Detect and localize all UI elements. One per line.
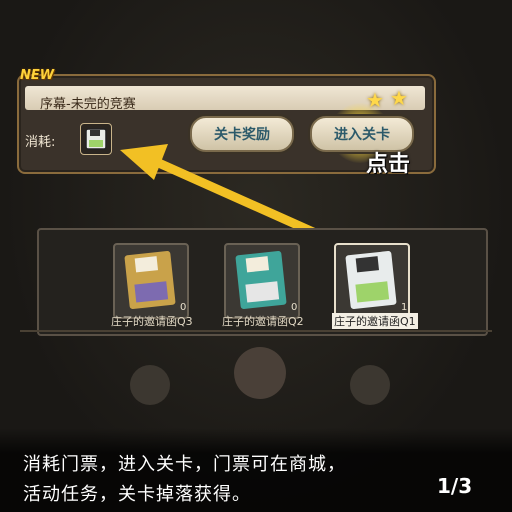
- caption-line-2: 活动任务，关卡掉落获得。: [23, 484, 251, 505]
- ticket-name: 庄子的邀请函Q2: [222, 315, 304, 328]
- tutorial-caption: 消耗门票，进入关卡，门票可在商城， 活动任务，关卡掉落获得。: [0, 428, 512, 512]
- ticket-slot-q3[interactable]: [113, 243, 189, 319]
- ticket-count: 0: [180, 302, 187, 313]
- caption-line-1: 消耗门票，进入关卡，门票可在商城，: [23, 454, 346, 475]
- floppy-icon: [124, 250, 176, 310]
- page-indicator: 1/3: [437, 474, 473, 498]
- game-scene: NEW 序幕-未完的竞赛 消耗: ★ ★ 关卡奖励 进入关卡 点击 0 庄子的邀…: [0, 0, 512, 512]
- ticket-slot-q1[interactable]: [334, 243, 410, 319]
- character-portraits: [130, 347, 390, 405]
- ticket-name: 庄子的邀请函Q3: [111, 315, 193, 328]
- ticket-count: 1: [401, 302, 408, 313]
- ticket-slot-q2[interactable]: [224, 243, 300, 319]
- ticket-name-selected: 庄子的邀请函Q1: [332, 313, 418, 329]
- floppy-icon: [345, 250, 397, 310]
- ticket-count: 0: [291, 302, 298, 313]
- floppy-icon: [235, 250, 287, 310]
